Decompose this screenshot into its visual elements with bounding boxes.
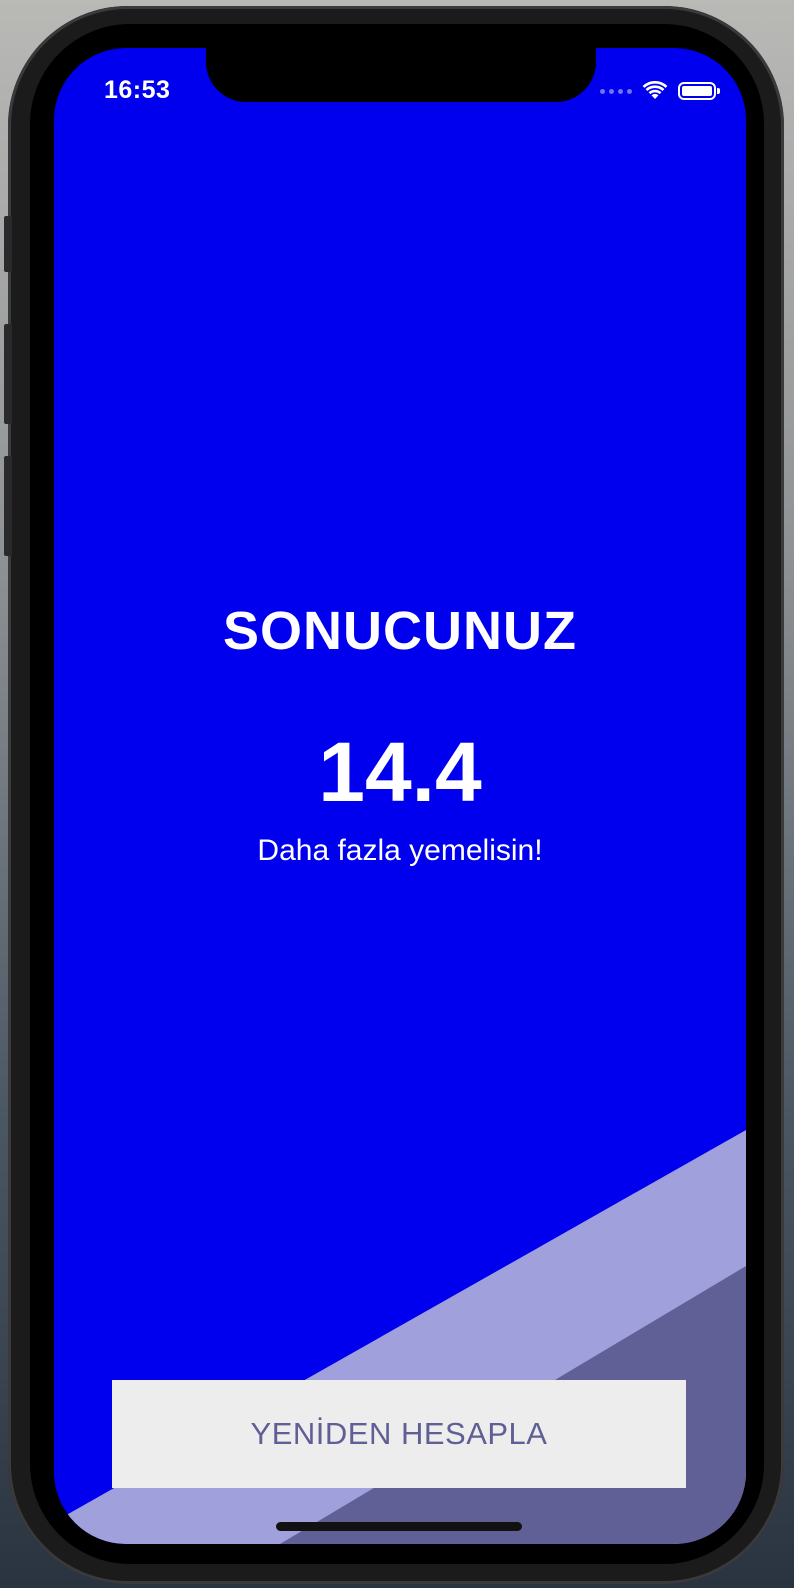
volume-up-button: [4, 324, 12, 424]
mute-switch: [4, 216, 12, 272]
result-message: Daha fazla yemelisin!: [257, 834, 543, 867]
status-time: 16:53: [104, 76, 171, 104]
notch: [206, 48, 596, 102]
battery-icon: [678, 82, 720, 100]
recalculate-button[interactable]: YENİDEN HESAPLA: [112, 1380, 686, 1488]
cellular-signal-icon: [600, 88, 632, 94]
wifi-icon: [642, 81, 668, 99]
status-icons: [600, 78, 720, 104]
result-screen: 16:53 SONUCUNUZ 14.4 Daha fazla yemelisi…: [54, 48, 746, 1544]
home-indicator[interactable]: [276, 1522, 522, 1531]
result-value: 14.4: [318, 725, 482, 819]
volume-down-button: [4, 456, 12, 556]
result-title: SONUCUNUZ: [223, 601, 577, 661]
